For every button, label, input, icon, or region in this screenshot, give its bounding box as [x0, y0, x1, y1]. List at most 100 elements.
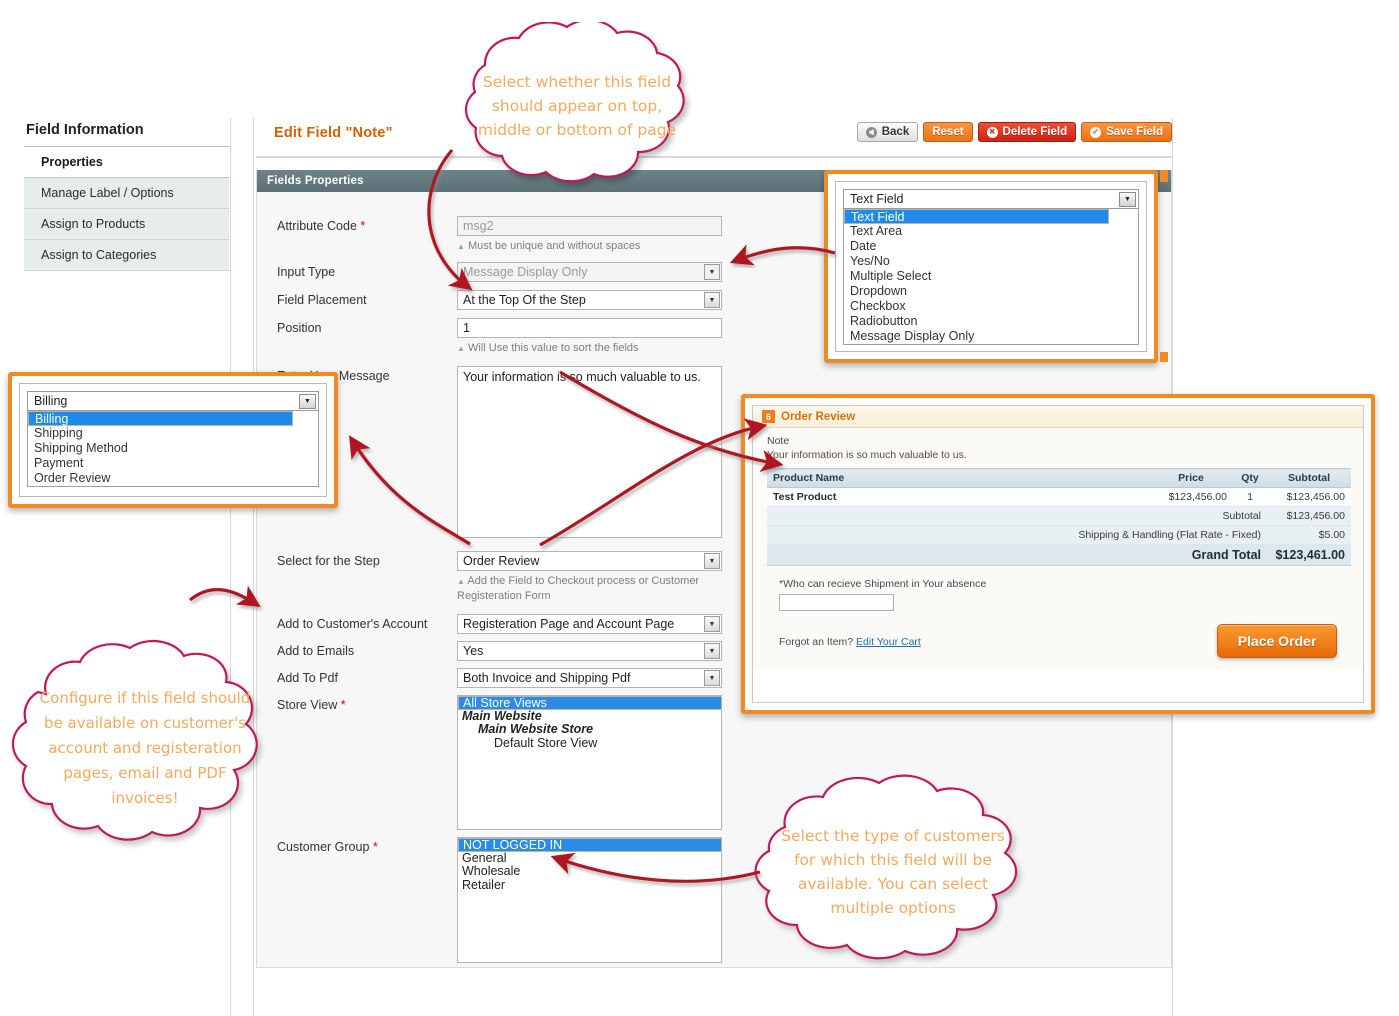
position-label: Position: [277, 321, 322, 335]
custom-field-input[interactable]: [779, 594, 894, 611]
dropdown-option[interactable]: Shipping Method: [28, 441, 318, 456]
header-button-bar: ◄ Back Reset ✕ Delete Field ✓ Save Field: [856, 122, 1172, 142]
list-item[interactable]: Main Website: [458, 709, 721, 724]
sidebar-item-label: Assign to Products: [41, 217, 146, 231]
chevron-down-icon[interactable]: ▼: [704, 670, 720, 686]
list-item[interactable]: Wholesale: [458, 864, 721, 879]
add-to-emails-select[interactable]: Yes: [457, 641, 722, 661]
totals-row-shipping: Shipping & Handling (Flat Rate - Fixed) …: [767, 525, 1351, 545]
chevron-down-icon[interactable]: ▼: [704, 616, 720, 632]
order-review-highlight: 6 Order Review Note Your information is …: [741, 394, 1375, 714]
step-dropdown-display[interactable]: Billing ▼: [27, 391, 319, 411]
chevron-down-icon[interactable]: ▼: [704, 643, 720, 659]
chevron-down-icon[interactable]: ▼: [299, 394, 316, 409]
callout-bottom-left: Configure if this field should be availa…: [0, 634, 290, 862]
sidebar-item-label: Properties: [41, 155, 103, 169]
attribute-code-label: Attribute Code *: [257, 216, 457, 236]
sidebar-item-assign-to-categories[interactable]: Assign to Categories: [24, 240, 229, 271]
input-type-dropdown[interactable]: Text Field ▼ Text Field Text Area Date Y…: [843, 189, 1139, 345]
hint-text: Must be unique and without spaces: [467, 240, 641, 252]
step-dropdown-frame: Billing ▼ Billing Shipping Shipping Meth…: [19, 383, 327, 497]
check-circle-icon: ✓: [1090, 126, 1102, 138]
divider-left-2: [253, 118, 254, 1016]
attribute-code-input[interactable]: [457, 216, 722, 236]
forgot-label: Forgot an Item?: [779, 636, 854, 648]
orange-accent-top: [1160, 170, 1168, 182]
dropdown-option[interactable]: Shipping: [28, 426, 318, 441]
dropdown-option[interactable]: Order Review: [28, 471, 318, 486]
place-order-button[interactable]: Place Order: [1217, 624, 1337, 658]
cell-qty: 1: [1233, 487, 1267, 507]
message-textarea[interactable]: [457, 366, 722, 538]
order-review-note-text: Your information is so much valuable to …: [767, 449, 967, 461]
sidebar-item-properties[interactable]: Properties: [24, 147, 229, 178]
save-field-button[interactable]: ✓ Save Field: [1081, 122, 1172, 142]
back-arrow-icon: ◄: [865, 126, 877, 138]
sidebar-item-manage-label-options[interactable]: Manage Label / Options: [24, 178, 229, 209]
delete-field-button[interactable]: ✕ Delete Field: [977, 122, 1077, 142]
select-step-select[interactable]: Order Review: [457, 551, 722, 571]
chevron-down-icon[interactable]: ▼: [704, 553, 720, 569]
list-item[interactable]: All Store Views: [458, 696, 721, 710]
cell-subtotal: $123,456.00: [1267, 487, 1351, 507]
dropdown-option[interactable]: Radiobutton: [844, 314, 1138, 329]
hint-text: Add the Field to Checkout process or Cus…: [457, 575, 700, 602]
customer-account-select[interactable]: Registeration Page and Account Page: [457, 614, 722, 634]
input-type-dropdown-value: Text Field: [850, 192, 904, 206]
sidebar-item-assign-to-products[interactable]: Assign to Products: [24, 209, 229, 240]
forgot-item-text: Forgot an Item? Edit Your Cart: [779, 636, 921, 648]
totals-value: $123,456.00: [1267, 506, 1351, 526]
chevron-down-icon[interactable]: ▼: [704, 264, 720, 280]
store-view-listbox[interactable]: All Store Views Main Website Main Websit…: [457, 695, 722, 830]
order-review-title: Order Review: [781, 410, 856, 423]
field-placement-select[interactable]: At the Top Of the Step: [457, 290, 722, 310]
totals-row-subtotal: Subtotal $123,456.00: [767, 506, 1351, 526]
dropdown-option[interactable]: Message Display Only: [844, 329, 1138, 344]
dropdown-option[interactable]: Multiple Select: [844, 269, 1138, 284]
dropdown-option[interactable]: Text Area: [844, 224, 1138, 239]
orange-accent-mid: [1160, 352, 1168, 362]
reset-button[interactable]: Reset: [923, 122, 973, 142]
chevron-down-icon[interactable]: ▼: [1119, 192, 1136, 207]
input-type-select[interactable]: Message Display Only: [457, 262, 722, 282]
order-review-title-bar: 6 Order Review: [753, 406, 1363, 428]
dropdown-option[interactable]: Yes/No: [844, 254, 1138, 269]
dropdown-option[interactable]: Text Field: [844, 209, 1109, 224]
step-dropdown-list[interactable]: Billing Shipping Shipping Method Payment…: [27, 411, 319, 487]
callout-top: Select whether this field should appear …: [424, 22, 730, 190]
position-input[interactable]: [457, 318, 722, 338]
add-to-emails-wrap: Yes ▼: [457, 641, 722, 661]
step-dropdown-value: Billing: [34, 394, 68, 408]
callout-cloud-shape: [754, 774, 1018, 960]
edit-cart-link[interactable]: Edit Your Cart: [856, 636, 921, 648]
dropdown-option[interactable]: Checkbox: [844, 299, 1138, 314]
chevron-down-icon[interactable]: ▼: [704, 292, 720, 308]
required-marker: *: [369, 840, 378, 854]
page-root: Field Information Properties Manage Labe…: [0, 0, 1399, 1016]
field-placement-label: Field Placement: [277, 293, 367, 307]
column-header-subtotal: Subtotal: [1267, 468, 1351, 488]
input-type-label: Input Type: [277, 265, 336, 279]
dropdown-option[interactable]: Date: [844, 239, 1138, 254]
input-type-dropdown-display[interactable]: Text Field ▼: [843, 189, 1139, 209]
step-dropdown[interactable]: Billing ▼ Billing Shipping Shipping Meth…: [27, 391, 319, 487]
dropdown-option[interactable]: Dropdown: [844, 284, 1138, 299]
list-item[interactable]: Main Website Store: [458, 722, 721, 737]
customer-group-listbox[interactable]: NOT LOGGED IN General Wholesale Retailer: [457, 837, 722, 963]
list-item[interactable]: General: [458, 851, 721, 866]
order-review-table: Product Name Price Qty Subtotal Test Pro…: [767, 468, 1351, 566]
list-item[interactable]: NOT LOGGED IN: [458, 838, 721, 852]
add-to-pdf-select[interactable]: Both Invoice and Shipping Pdf: [457, 668, 722, 688]
totals-label: Subtotal: [767, 506, 1267, 526]
input-type-dropdown-list[interactable]: Text Field Text Area Date Yes/No Multipl…: [843, 209, 1139, 345]
table-header-row: Product Name Price Qty Subtotal: [767, 468, 1351, 488]
list-item[interactable]: Default Store View: [458, 736, 721, 751]
column-header-qty: Qty: [1233, 468, 1267, 488]
dropdown-option[interactable]: Billing: [28, 411, 293, 426]
back-button[interactable]: ◄ Back: [856, 122, 919, 142]
grand-total-row: Grand Total $123,461.00: [767, 544, 1351, 566]
dropdown-option[interactable]: Payment: [28, 456, 318, 471]
list-item[interactable]: Retailer: [458, 878, 721, 893]
order-review-panel: 6 Order Review Note Your information is …: [752, 405, 1364, 703]
required-marker: *: [356, 219, 366, 233]
